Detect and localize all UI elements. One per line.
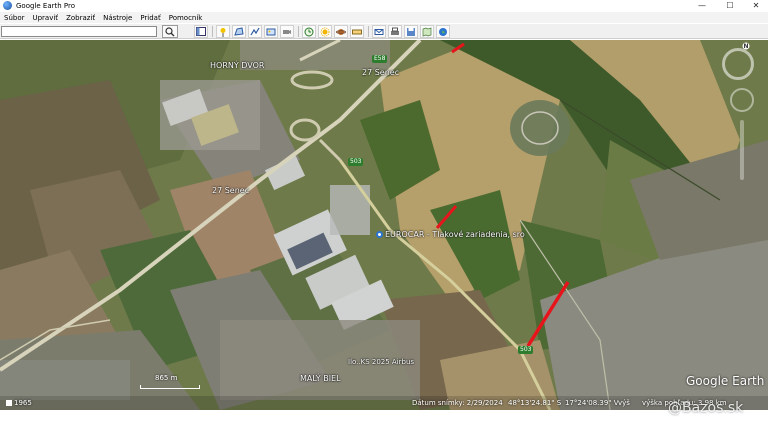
placemark-button[interactable] <box>216 25 230 38</box>
email-button[interactable] <box>372 25 386 38</box>
close-button[interactable]: ✕ <box>738 0 768 11</box>
view-in-maps-button[interactable] <box>420 25 434 38</box>
planets-button[interactable] <box>334 25 348 38</box>
earth-button[interactable] <box>436 25 450 38</box>
toolbar <box>0 24 768 39</box>
record-tour-button[interactable] <box>280 25 294 38</box>
menu-view[interactable]: Zobraziť <box>66 14 95 22</box>
status-latitude: 48°13'24.81" S <box>508 399 562 407</box>
status-bar: 1965 Dátum snímky: 2/29/2024 48°13'24.81… <box>0 396 768 410</box>
company-label: EUROCAR - Tlakové zariadenia, sro <box>385 230 525 239</box>
bazos-watermark: @ Bazos.sk <box>668 400 744 416</box>
record-tour-icon <box>283 29 291 34</box>
polygon-button[interactable] <box>232 25 246 38</box>
globe-icon <box>439 27 447 36</box>
title-bar: Google Earth Pro — ☐ ✕ <box>0 0 768 11</box>
sidebar-toggle-button[interactable] <box>194 25 208 38</box>
north-icon: N <box>742 42 750 50</box>
google-earth-icon <box>3 1 12 10</box>
menu-tools[interactable]: Nástroje <box>103 14 132 22</box>
sunlight-button[interactable] <box>318 25 332 38</box>
bottom-margin <box>0 410 768 432</box>
map-view[interactable]: HORNÝ DVOR 27 Senec 27 Senec E58 503 503… <box>0 40 768 410</box>
ruler-icon <box>352 29 362 34</box>
save-image-icon <box>407 27 415 36</box>
path-button[interactable] <box>248 25 262 38</box>
google-earth-logo: Google Earth <box>686 374 765 388</box>
placemark-pin-icon <box>376 231 383 238</box>
road-shield-503-north: 503 <box>348 158 364 166</box>
search-button[interactable] <box>162 25 178 38</box>
status-longitude: 17°24'08.39" V <box>565 399 619 407</box>
polygon-icon <box>234 26 244 36</box>
path-icon <box>250 27 260 35</box>
tour-icon <box>6 400 12 406</box>
search-icon <box>165 26 175 36</box>
menu-bar: Súbor Upraviť Zobraziť Nástroje Pridať P… <box>0 12 768 23</box>
menu-help[interactable]: Pomocník <box>169 14 203 22</box>
compass-ring[interactable] <box>722 48 754 80</box>
window-title: Google Earth Pro <box>16 1 76 10</box>
status-imagery-year: 1965 <box>6 399 32 407</box>
ruler-button[interactable] <box>350 25 364 38</box>
zoom-slider[interactable] <box>740 120 744 180</box>
status-imagery-date: Dátum snímky: 2/29/2024 <box>412 399 503 407</box>
image-overlay-icon <box>266 28 276 35</box>
road-label-senec-west[interactable]: 27 Senec <box>212 186 249 195</box>
print-button[interactable] <box>388 25 402 38</box>
north-reset-button[interactable]: N <box>742 42 750 50</box>
scale-label: 865 m <box>155 374 178 382</box>
misc-label: Ilo..KS 2025 Airbus <box>348 358 415 366</box>
email-icon <box>374 28 384 35</box>
sun-icon <box>320 27 330 36</box>
town-label-horny-dvor[interactable]: HORNÝ DVOR <box>210 61 265 70</box>
print-icon <box>391 27 399 35</box>
svg-text:N: N <box>743 43 748 50</box>
scale-bar <box>140 385 200 389</box>
satellite-imagery <box>0 40 768 410</box>
planet-icon <box>336 28 346 35</box>
map-icon <box>422 27 432 36</box>
road-label-senec-north[interactable]: 27 Senec <box>362 68 399 77</box>
search-input[interactable] <box>1 26 157 37</box>
historical-imagery-button[interactable] <box>302 25 316 38</box>
look-joystick[interactable] <box>730 88 754 112</box>
save-image-button[interactable] <box>404 25 418 38</box>
at-sign-icon: @ <box>668 400 682 416</box>
road-shield-503-south: 503 <box>518 346 534 354</box>
town-label-maly-biel[interactable]: MALÝ BIEL <box>300 374 341 383</box>
menu-file[interactable]: Súbor <box>4 14 24 22</box>
company-placemark[interactable]: EUROCAR - Tlakové zariadenia, sro <box>376 230 525 239</box>
menu-add[interactable]: Pridať <box>140 14 160 22</box>
clock-icon <box>304 27 314 36</box>
road-shield-e58: E58 <box>372 55 388 63</box>
sidebar-icon <box>196 27 206 36</box>
pushpin-icon <box>220 27 226 37</box>
image-overlay-button[interactable] <box>264 25 278 38</box>
menu-edit[interactable]: Upraviť <box>32 14 58 22</box>
status-elevation: výš <box>618 399 630 407</box>
